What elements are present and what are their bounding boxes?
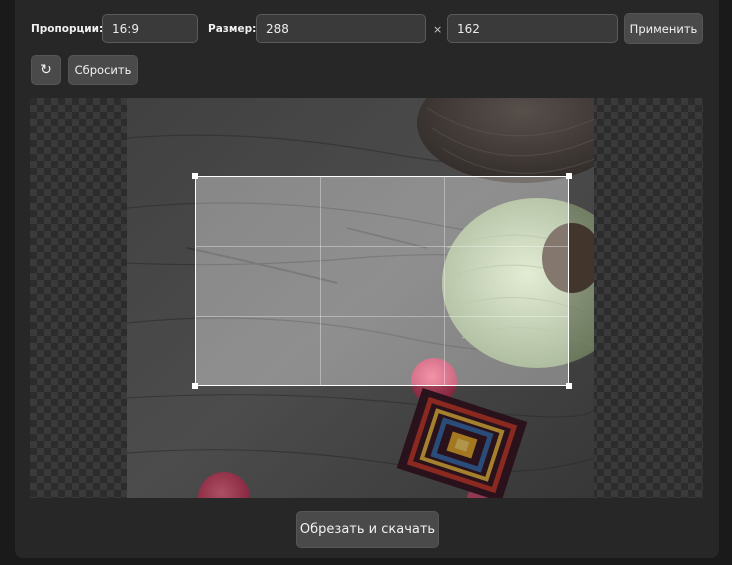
height-field[interactable]: 162 (447, 14, 618, 43)
rotate-button[interactable]: ↻ (31, 55, 61, 85)
aspect-ratio-field[interactable]: 16:9 (102, 14, 198, 43)
crop-canvas (30, 98, 703, 498)
crop-handle-top-left[interactable] (192, 173, 198, 179)
crop-handle-top-right[interactable] (566, 173, 572, 179)
height-value: 162 (457, 21, 480, 36)
width-value: 288 (266, 21, 289, 36)
aspect-ratio-value: 16:9 (112, 21, 139, 36)
crop-grid-line (196, 246, 568, 248)
reset-button[interactable]: Сбросить (68, 55, 138, 85)
crop-grid-line (319, 177, 321, 385)
crop-handle-bottom-left[interactable] (192, 383, 198, 389)
editor-panel: Пропорции: 16:9 Размер: 288 × 162 Примен… (15, 0, 719, 558)
width-field[interactable]: 288 (256, 14, 426, 43)
apply-button[interactable]: Применить (624, 13, 703, 44)
crop-grid-line (196, 315, 568, 317)
rotate-icon: ↻ (40, 62, 52, 78)
crop-grid-line (443, 177, 445, 385)
crop-handle-bottom-right[interactable] (566, 383, 572, 389)
aspect-ratio-label: Пропорции: (31, 23, 104, 35)
size-label: Размер: (208, 23, 257, 35)
crop-download-button[interactable]: Обрезать и скачать (296, 511, 439, 548)
times-separator: × (433, 23, 443, 36)
crop-frame[interactable] (192, 173, 572, 389)
